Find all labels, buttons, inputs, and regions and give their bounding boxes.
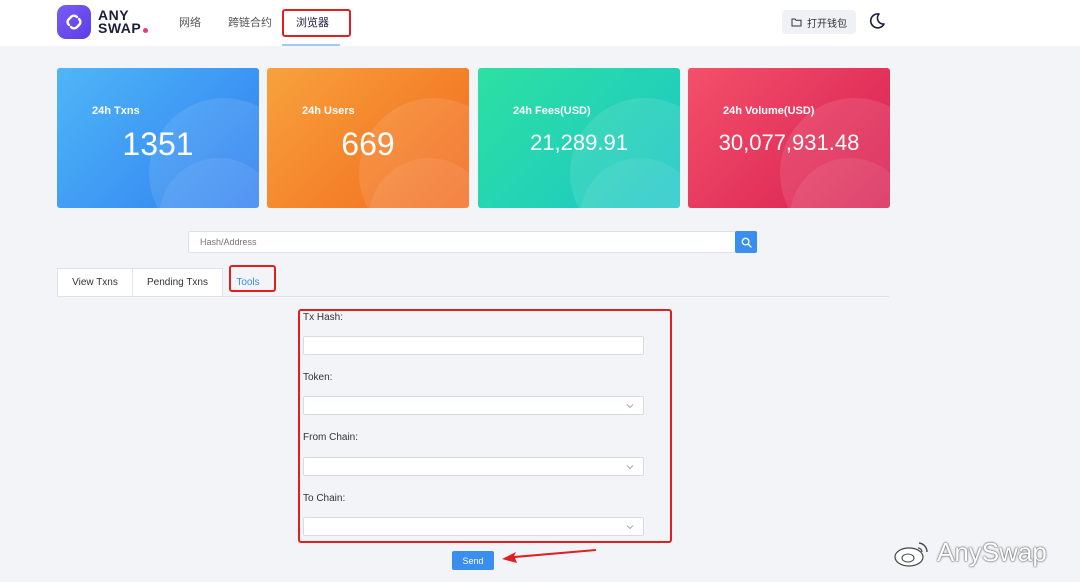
chevron-down-icon xyxy=(626,525,634,530)
stat-card-users: 24h Users 669 xyxy=(267,68,469,208)
stat-value: 669 xyxy=(341,126,395,162)
logo-line2: SWAP xyxy=(98,20,142,36)
stat-card-volume: 24h Volume(USD) 30,077,931.48 xyxy=(688,68,890,208)
nav-cross-chain-contract[interactable]: 跨链合约 xyxy=(228,14,272,30)
stat-value: 1351 xyxy=(122,126,194,162)
folder-icon xyxy=(791,18,802,27)
stat-card-txns: 24h Txns 1351 xyxy=(57,68,259,208)
top-header: ANY SWAP 网络 跨链合约 浏览器 打开钱包 xyxy=(0,0,1080,46)
chevron-down-icon xyxy=(626,404,634,409)
search-input[interactable] xyxy=(189,232,735,252)
tx-hash-label: Tx Hash: xyxy=(303,312,344,323)
tab-pending-txns[interactable]: Pending Txns xyxy=(132,268,223,297)
token-select[interactable] xyxy=(303,396,644,415)
stat-label: 24h Fees(USD) xyxy=(513,105,591,117)
tx-hash-input[interactable] xyxy=(303,336,644,355)
to-chain-label: To Chain: xyxy=(303,493,346,504)
stat-label: 24h Users xyxy=(302,105,355,117)
stat-label: 24h Volume(USD) xyxy=(723,105,815,117)
search-button[interactable] xyxy=(735,231,757,253)
logo-dot xyxy=(143,28,149,33)
stat-value: 30,077,931.48 xyxy=(718,130,860,155)
stat-value: 21,289.91 xyxy=(530,130,628,155)
open-wallet-button[interactable]: 打开钱包 xyxy=(782,10,856,34)
from-chain-select[interactable] xyxy=(303,457,644,476)
logo-icon xyxy=(57,5,91,39)
send-button[interactable]: Send xyxy=(452,551,494,570)
nav-active-underline xyxy=(282,44,340,46)
search-field[interactable] xyxy=(188,231,736,253)
to-chain-select[interactable] xyxy=(303,517,644,536)
stat-label: 24h Txns xyxy=(92,105,140,117)
tab-view-txns[interactable]: View Txns xyxy=(57,268,133,297)
weibo-icon xyxy=(894,541,928,567)
chevron-down-icon xyxy=(626,465,634,470)
moon-icon[interactable] xyxy=(868,12,885,35)
open-wallet-label: 打开钱包 xyxy=(807,18,847,30)
search-icon xyxy=(741,237,752,248)
watermark-text: AnySwap xyxy=(937,537,1047,567)
token-label: Token: xyxy=(303,372,333,383)
anyswap-logo[interactable]: ANY SWAP xyxy=(57,5,149,39)
stat-card-fees: 24h Fees(USD) 21,289.91 xyxy=(478,68,680,208)
highlight-box-tools xyxy=(229,265,276,292)
weibo-watermark: AnySwap xyxy=(893,537,1047,568)
annotation-arrow-icon xyxy=(502,549,596,563)
nav-network[interactable]: 网络 xyxy=(179,14,201,30)
highlight-box-nav xyxy=(282,9,351,37)
from-chain-label: From Chain: xyxy=(303,432,359,443)
